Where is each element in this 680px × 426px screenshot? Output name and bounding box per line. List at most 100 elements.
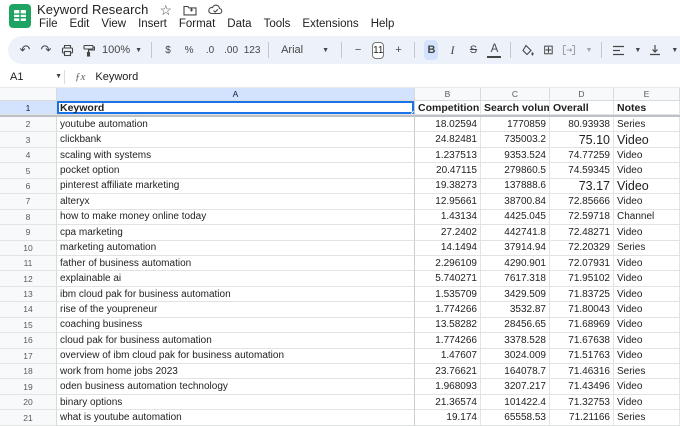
cell-search-volume[interactable]: 9353.524 <box>481 147 550 164</box>
cell-search-volume[interactable]: 4290.901 <box>481 255 550 272</box>
cell-competition[interactable]: 27.2402 <box>415 225 481 241</box>
cell-notes[interactable]: Video <box>614 394 680 411</box>
font-family-select[interactable]: Arial ▼ <box>278 44 332 56</box>
cell-notes[interactable]: Video <box>614 255 680 272</box>
menu-extensions[interactable]: Extensions <box>296 17 364 31</box>
cell-search-volume[interactable]: 65558.53 <box>481 410 550 426</box>
cell-search-volume[interactable]: 4425.045 <box>481 209 550 226</box>
row-header[interactable]: 15 <box>0 317 57 334</box>
row-header[interactable]: 10 <box>0 240 57 256</box>
cell-notes[interactable]: Video <box>614 225 680 241</box>
cell-competition[interactable]: 1.774266 <box>415 333 481 349</box>
column-header-b[interactable]: B <box>415 88 481 101</box>
cell-keyword[interactable]: binary options <box>57 394 415 411</box>
cell-notes[interactable]: Series <box>614 364 680 380</box>
increase-decimal-button[interactable]: .00 <box>224 40 238 60</box>
menu-tools[interactable]: Tools <box>258 17 297 31</box>
cell-keyword[interactable]: scaling with systems <box>57 147 415 164</box>
cell-notes[interactable]: Video <box>614 147 680 164</box>
cell-competition[interactable]: 23.76621 <box>415 364 481 380</box>
cell-notes[interactable]: Channel <box>614 209 680 226</box>
increase-font-size-button[interactable]: + <box>391 40 405 60</box>
cell-competition[interactable]: 1.535709 <box>415 286 481 303</box>
column-header-d[interactable]: D <box>550 88 614 101</box>
cell-overall[interactable]: 72.85666 <box>550 194 614 210</box>
row-header[interactable]: 20 <box>0 394 57 411</box>
bold-button[interactable]: B <box>424 40 439 60</box>
cell-keyword[interactable]: work from home jobs 2023 <box>57 364 415 380</box>
cell-b1[interactable]: Competition <box>415 101 481 115</box>
cell-overall[interactable]: 80.93938 <box>550 117 614 133</box>
column-header-e[interactable]: E <box>614 88 680 101</box>
row-header[interactable]: 1 <box>0 101 57 115</box>
column-header-c[interactable]: C <box>481 88 550 101</box>
vertical-align-button[interactable] <box>648 40 662 60</box>
cell-competition[interactable]: 19.174 <box>415 410 481 426</box>
cell-notes[interactable]: Video <box>614 286 680 303</box>
cell-overall[interactable]: 72.07931 <box>550 255 614 272</box>
cell-competition[interactable]: 20.47115 <box>415 163 481 179</box>
cloud-status-icon[interactable] <box>208 4 223 15</box>
decrease-font-size-button[interactable]: − <box>351 40 365 60</box>
cell-overall[interactable]: 72.20329 <box>550 240 614 256</box>
cell-overall[interactable]: 74.59345 <box>550 163 614 179</box>
borders-button[interactable]: ⊞ <box>541 40 555 60</box>
cell-overall[interactable]: 71.67638 <box>550 333 614 349</box>
cell-overall[interactable]: 71.46316 <box>550 364 614 380</box>
cell-keyword[interactable]: marketing automation <box>57 240 415 256</box>
font-size-input[interactable]: 11 <box>372 41 385 59</box>
cell-overall[interactable]: 71.83725 <box>550 286 614 303</box>
row-header[interactable]: 17 <box>0 348 57 364</box>
cell-competition[interactable]: 13.58282 <box>415 317 481 334</box>
sheets-logo-icon[interactable] <box>9 4 31 28</box>
menu-format[interactable]: Format <box>173 17 221 31</box>
cell-overall[interactable]: 71.95102 <box>550 271 614 287</box>
cell-search-volume[interactable]: 101422.4 <box>481 394 550 411</box>
cell-keyword[interactable]: alteryx <box>57 194 415 210</box>
cell-competition[interactable]: 1.47607 <box>415 348 481 364</box>
cell-keyword[interactable]: coaching business <box>57 317 415 334</box>
cell-keyword[interactable]: cloud pak for business automation <box>57 333 415 349</box>
row-header[interactable]: 2 <box>0 117 57 133</box>
cell-overall[interactable]: 75.10 <box>550 132 614 148</box>
cell-search-volume[interactable]: 3532.87 <box>481 302 550 318</box>
cell-notes[interactable]: Video <box>614 178 680 195</box>
cell-notes[interactable]: Video <box>614 348 680 364</box>
cell-search-volume[interactable]: 3024.009 <box>481 348 550 364</box>
cell-overall[interactable]: 71.43496 <box>550 379 614 395</box>
cell-search-volume[interactable]: 137888.6 <box>481 178 550 195</box>
cell-competition[interactable]: 24.82481 <box>415 132 481 148</box>
row-header[interactable]: 19 <box>0 379 57 395</box>
row-header[interactable]: 8 <box>0 209 57 226</box>
cell-overall[interactable]: 71.21166 <box>550 410 614 426</box>
cell-competition[interactable]: 12.95661 <box>415 194 481 210</box>
cell-search-volume[interactable]: 735003.2 <box>481 132 550 148</box>
cell-keyword[interactable]: clickbank <box>57 132 415 148</box>
cell-search-volume[interactable]: 28456.65 <box>481 317 550 334</box>
row-header[interactable]: 7 <box>0 194 57 210</box>
cell-overall[interactable]: 71.32753 <box>550 394 614 411</box>
row-header[interactable]: 13 <box>0 286 57 303</box>
fill-handle[interactable] <box>411 111 414 114</box>
cell-a1-selected[interactable]: Keyword <box>57 101 415 115</box>
cell-competition[interactable]: 1.237513 <box>415 147 481 164</box>
cell-overall[interactable]: 72.48271 <box>550 225 614 241</box>
move-folder-icon[interactable] <box>183 4 197 16</box>
cell-e1[interactable]: Notes <box>614 101 680 115</box>
cell-notes[interactable]: Video <box>614 379 680 395</box>
cell-search-volume[interactable]: 37914.94 <box>481 240 550 256</box>
menu-data[interactable]: Data <box>221 17 257 31</box>
cell-keyword[interactable]: pocket option <box>57 163 415 179</box>
italic-button[interactable]: I <box>445 40 459 60</box>
row-header[interactable]: 16 <box>0 333 57 349</box>
cell-competition[interactable]: 5.740271 <box>415 271 481 287</box>
cell-search-volume[interactable]: 3429.509 <box>481 286 550 303</box>
row-header[interactable]: 4 <box>0 147 57 164</box>
print-button[interactable] <box>60 40 74 60</box>
cell-keyword[interactable]: how to make money online today <box>57 209 415 226</box>
cell-keyword[interactable]: ibm cloud pak for business automation <box>57 286 415 303</box>
row-header[interactable]: 6 <box>0 178 57 195</box>
row-header[interactable]: 5 <box>0 163 57 179</box>
cell-overall[interactable]: 71.80043 <box>550 302 614 318</box>
cell-c1[interactable]: Search volume <box>481 101 550 115</box>
